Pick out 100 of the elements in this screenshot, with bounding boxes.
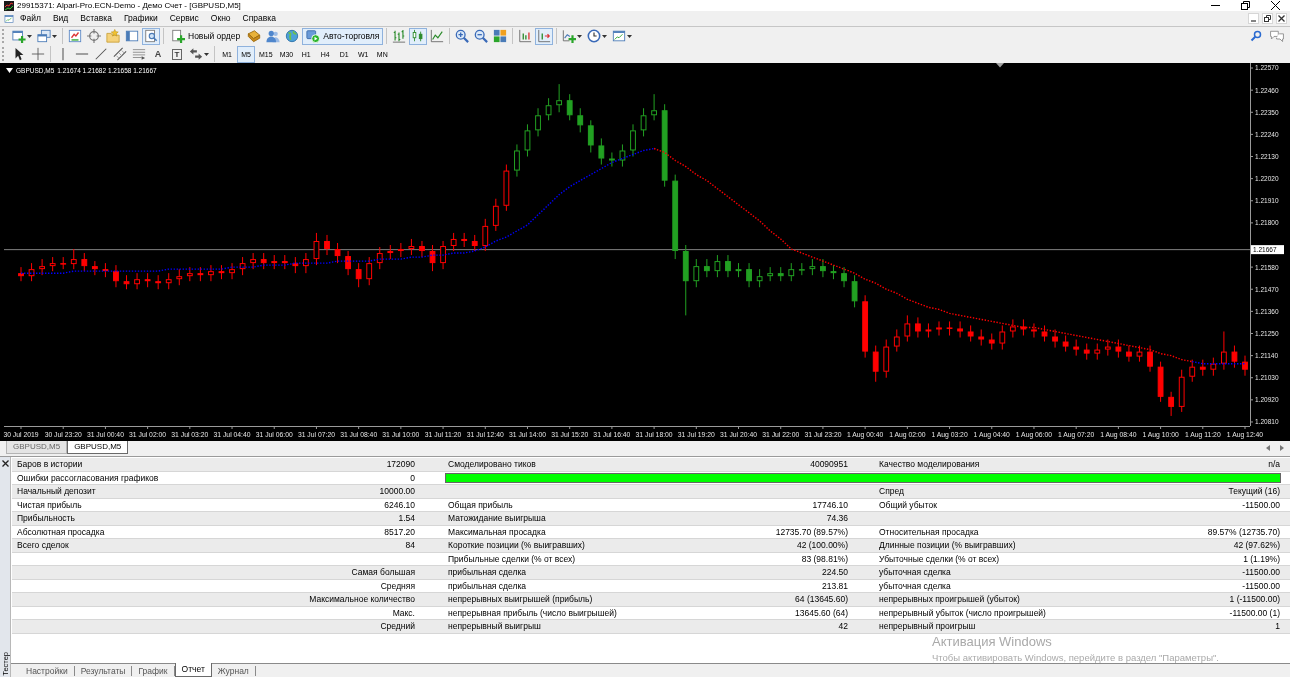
close-button[interactable] <box>1276 13 1287 24</box>
rising-candlestick <box>271 254 278 270</box>
table-cell-text: Самая большая <box>350 566 416 579</box>
falling-candlestick <box>334 242 341 264</box>
triangle-down-icon[interactable] <box>6 68 13 73</box>
chart-tab[interactable]: GBPUSD,M5 <box>67 441 129 454</box>
table-cell-text: 12735.70 (89.57%) <box>774 525 849 538</box>
toolbar-button[interactable]: T <box>168 45 186 63</box>
falling-candlestick <box>292 256 299 274</box>
activation-notice-title: Активация Windows <box>932 634 1053 649</box>
activation-notice-text: Чтобы активировать Windows, перейдите в раздел "Параметры". <box>932 652 1219 663</box>
caret-icon <box>627 34 633 38</box>
menu-item[interactable]: Сервис <box>163 12 205 25</box>
rising-candlestick <box>1221 331 1227 371</box>
falling-candlestick <box>419 240 425 258</box>
triangle-marker-icon[interactable] <box>996 63 1004 68</box>
toolbar-button[interactable]: Авто-торговля <box>302 27 384 45</box>
falling-candlestick <box>872 345 879 383</box>
close-icon[interactable] <box>1 460 9 467</box>
table-cell-text: 42 (97.62%) <box>1232 539 1281 552</box>
falling-candlestick <box>123 274 130 290</box>
chat-icon[interactable] <box>1270 30 1284 42</box>
stacked-windows-icon <box>37 29 51 43</box>
triangle-right-icon[interactable] <box>1280 445 1284 451</box>
rising-candlestick <box>893 328 900 353</box>
minimize-button[interactable] <box>1248 13 1259 24</box>
falling-candlestick <box>915 316 921 338</box>
rising-candlestick <box>49 256 56 272</box>
toolbar-button[interactable]: A <box>149 45 167 63</box>
bar-chart-icon <box>392 29 407 43</box>
rising-candlestick <box>735 262 742 278</box>
rising-candlestick <box>450 232 457 252</box>
table-cell-text: -11500.00 <box>1241 566 1281 579</box>
table-cell-text: непрерывный проигрыш <box>878 620 977 633</box>
table-cell-text: Средний <box>379 620 416 633</box>
zoom-out-icon <box>474 29 489 43</box>
falling-candlestick <box>682 244 689 316</box>
arrows-icon <box>189 47 203 61</box>
table-cell-text: Начальный депозит <box>16 485 97 498</box>
table-cell-text: Средняя <box>379 579 416 592</box>
clock-icon <box>587 29 602 43</box>
table-cell-text: 1 (1.19%) <box>1242 552 1281 565</box>
rising-candlestick <box>904 314 911 343</box>
rising-candlestick <box>239 256 246 276</box>
table-cell-text: Спред <box>878 485 905 498</box>
caret-icon <box>602 34 608 38</box>
triangle-left-icon[interactable] <box>1266 445 1270 451</box>
horizontal-lines-icon <box>132 47 146 61</box>
menu-item[interactable]: Графики <box>117 12 164 25</box>
falling-candlestick <box>471 234 478 252</box>
menu-item[interactable]: Вид <box>46 12 75 25</box>
chart-tab[interactable]: GBPUSD,M5 <box>6 441 68 454</box>
rising-candlestick <box>788 262 795 282</box>
tab[interactable]: Результаты <box>74 666 133 676</box>
falling-candlestick <box>725 254 731 278</box>
tab[interactable]: График <box>132 666 175 676</box>
table-cell-text: прибыльная сделка <box>447 579 528 592</box>
close-icon[interactable] <box>1271 1 1280 10</box>
rising-candlestick <box>798 262 805 276</box>
table-cell-text: 13645.60 (64) <box>794 606 849 619</box>
chart-window-icon <box>4 13 14 24</box>
table-cell-text: 42 <box>837 620 849 633</box>
toolbar-button[interactable]: Новый ордер <box>167 27 245 45</box>
falling-candlestick <box>113 264 119 288</box>
tiles-icon <box>493 29 508 43</box>
line-chart-icon <box>430 29 445 43</box>
rising-candlestick <box>1094 343 1101 361</box>
menu-item[interactable]: Окно <box>204 12 237 25</box>
tab[interactable]: Настройки <box>20 666 75 676</box>
channel-icon <box>113 47 127 61</box>
rising-candlestick <box>313 232 320 266</box>
document-magnifier-icon <box>144 29 158 43</box>
window-title: 29915371: Alpari-Pro.ECN-Demo - Демо Счет - [GBPUSD,M5] <box>17 0 241 11</box>
search-icon[interactable] <box>1250 30 1262 42</box>
price-list-icon <box>68 29 82 43</box>
table-cell-text: убыточная сделка <box>878 566 952 579</box>
rising-candlestick <box>176 268 183 286</box>
table-cell-text: 224.50 <box>821 566 849 579</box>
menu-item[interactable]: Вставка <box>74 12 118 25</box>
table-cell-text: 8517.20 <box>383 525 416 538</box>
rising-candlestick <box>186 266 193 282</box>
table-cell-text: 84 <box>404 539 416 552</box>
restore-button[interactable] <box>1262 13 1273 24</box>
falling-candlestick <box>1115 339 1122 359</box>
falling-candlestick <box>144 272 151 288</box>
table-cell-text: 10000.00 <box>378 485 416 498</box>
rising-candlestick <box>556 83 563 113</box>
menu-item[interactable]: Файл <box>14 12 47 25</box>
table-cell-text: 74.36 <box>825 512 849 525</box>
table-cell-text: Максимальное количество <box>308 593 416 606</box>
book-icon <box>247 29 262 43</box>
falling-candlestick <box>1168 391 1175 417</box>
menu-item[interactable]: Справка <box>236 12 282 25</box>
tab[interactable]: Журнал <box>211 666 256 676</box>
rising-candlestick <box>767 266 774 282</box>
rising-candlestick <box>619 143 626 168</box>
restore-icon[interactable] <box>1241 1 1250 10</box>
table-cell-text: -11500.00 (1) <box>1228 606 1281 619</box>
tab[interactable]: Отчет <box>174 663 212 677</box>
table-cell-text: Общая прибыль <box>447 498 514 511</box>
